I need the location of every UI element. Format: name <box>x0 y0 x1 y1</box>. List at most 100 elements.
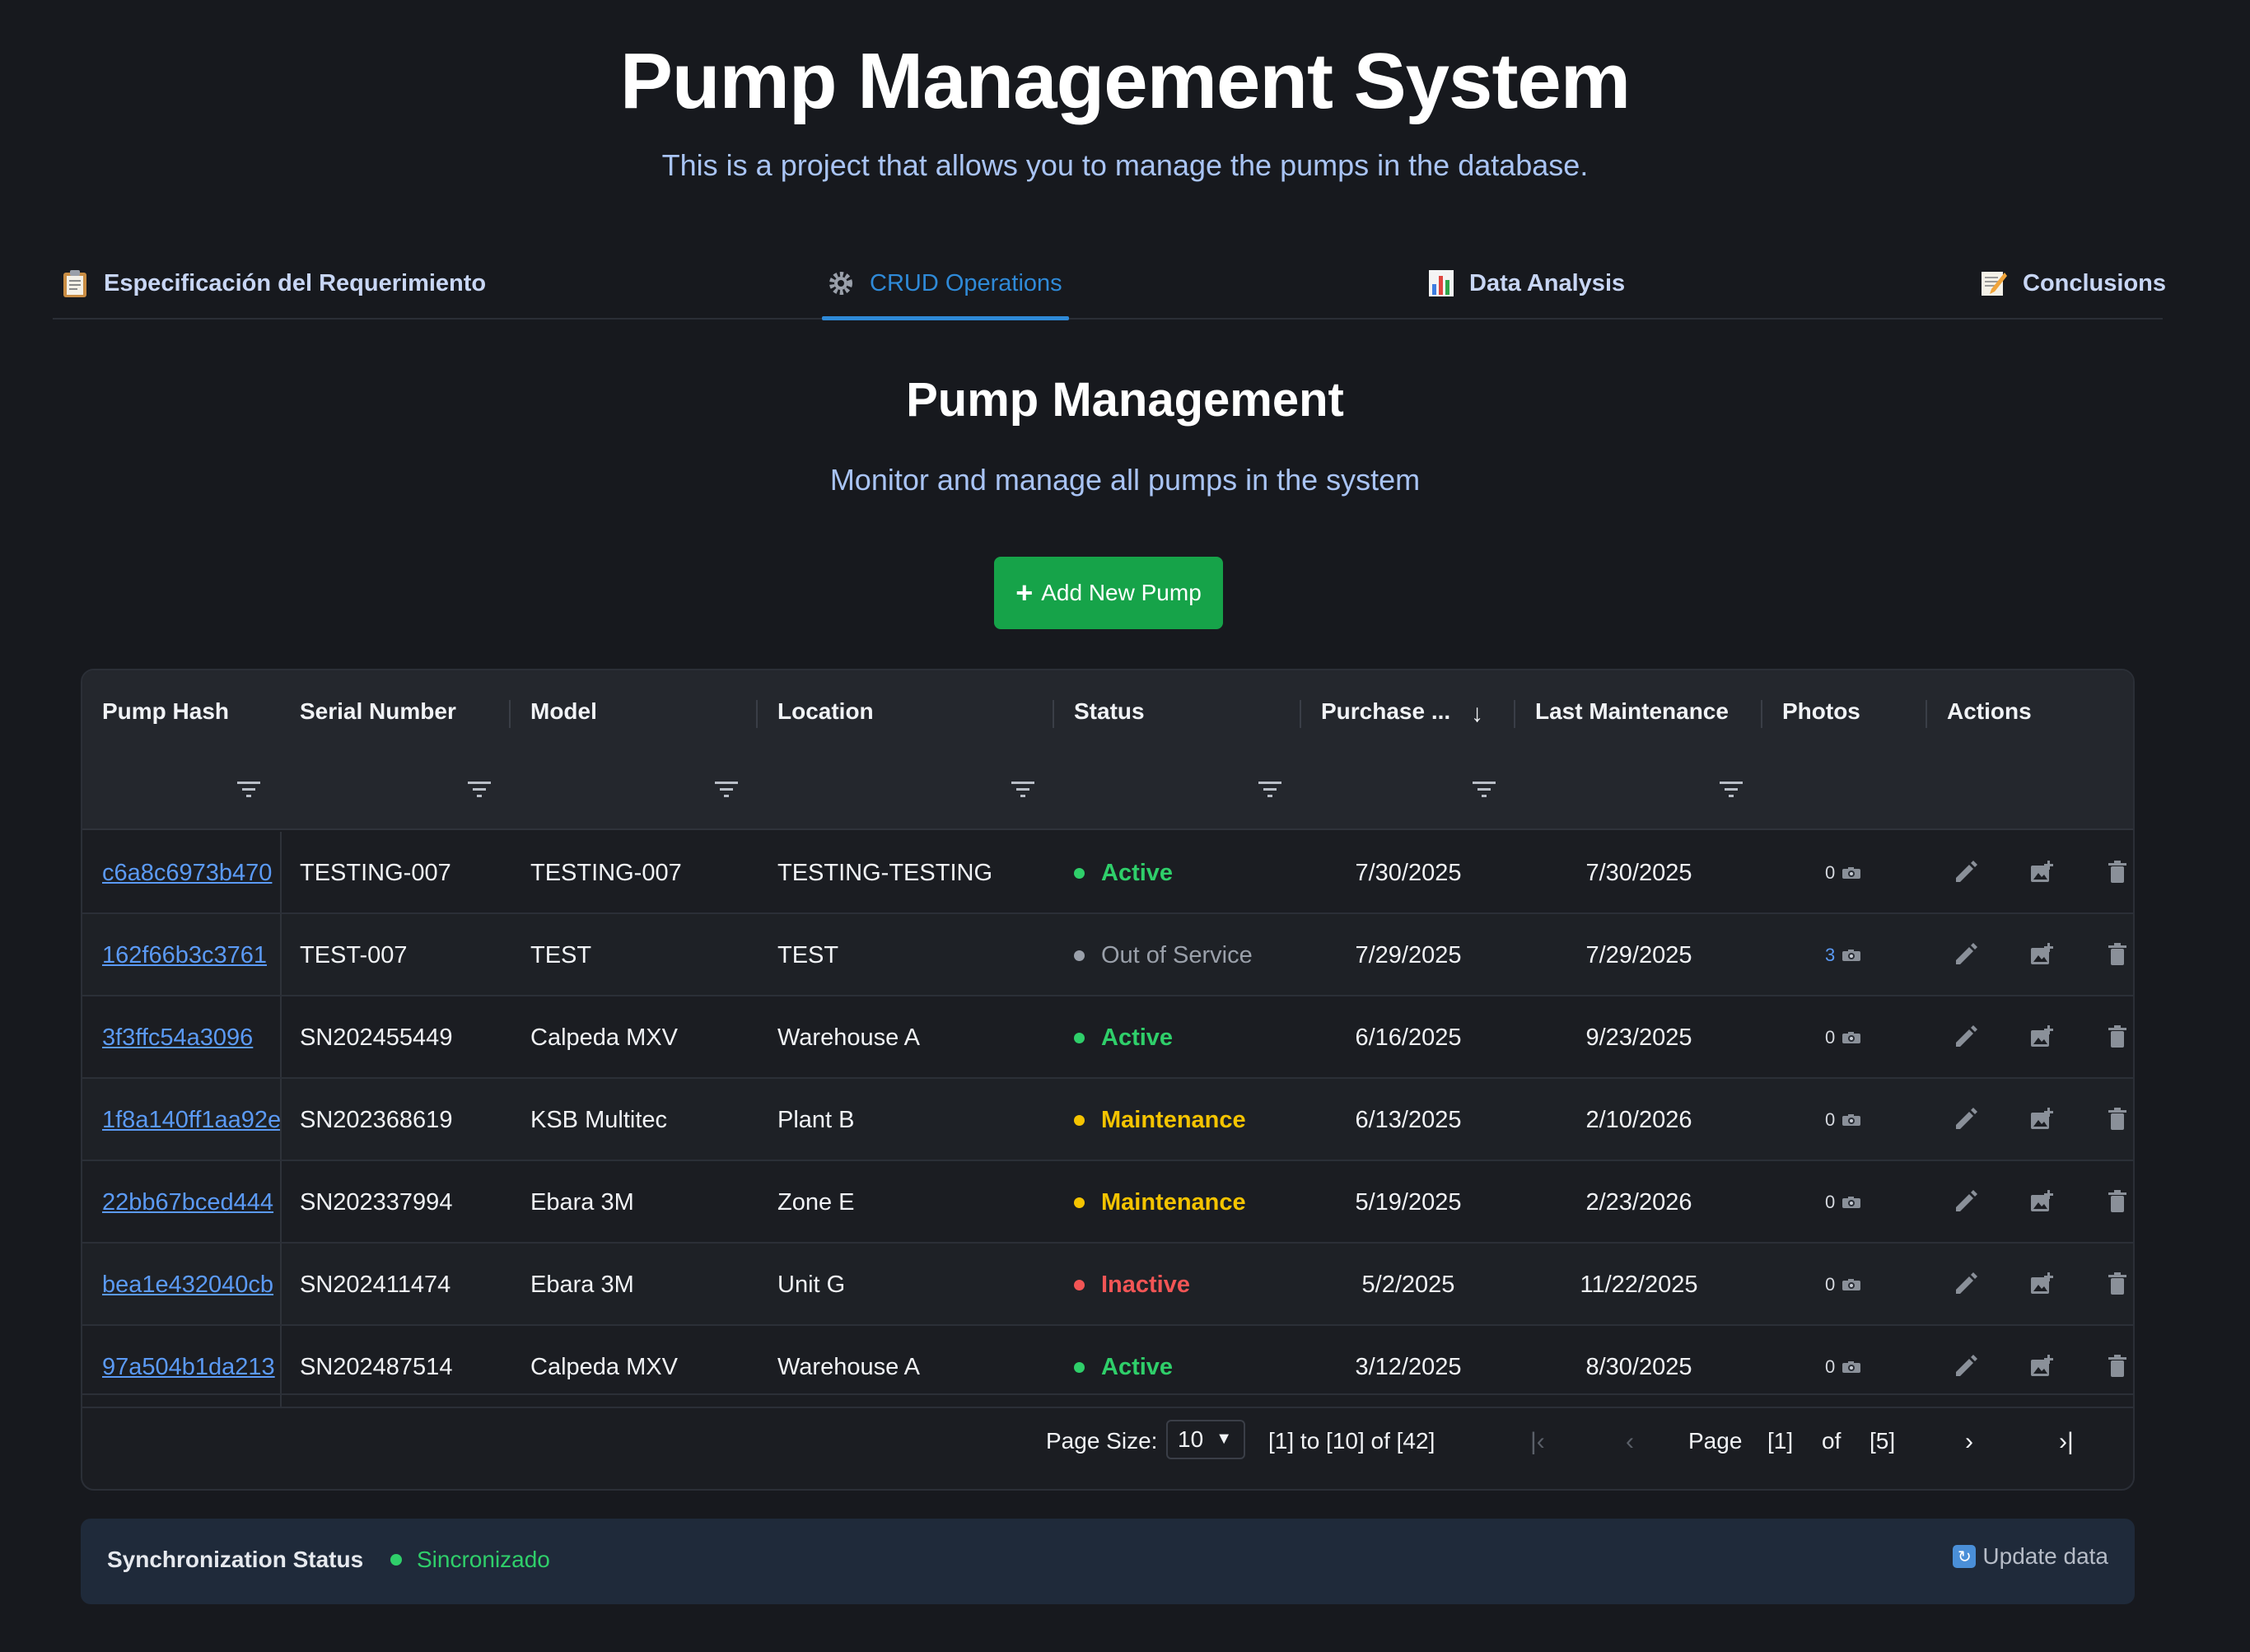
delete-button[interactable] <box>2103 1023 2131 1051</box>
column-divider <box>280 1079 282 1160</box>
last-maintenance-cell: 7/29/2025 <box>1585 941 1692 968</box>
add-photo-button[interactable] <box>2028 1105 2056 1133</box>
edit-button[interactable] <box>1952 1105 1980 1133</box>
column-header-serial-number[interactable]: Serial Number <box>280 670 511 830</box>
edit-button[interactable] <box>1952 1270 1980 1298</box>
page-size-value: 10 <box>1178 1426 1204 1452</box>
delete-button[interactable] <box>2103 858 2131 886</box>
sort-descending-icon[interactable]: ↓ <box>1471 700 1483 728</box>
delete-button[interactable] <box>2103 940 2131 968</box>
photo-count: 0 <box>1825 862 1861 884</box>
pump-hash-link[interactable]: 1f8a140ff1aa92e <box>102 1079 280 1161</box>
location-cell: TESTING-TESTING <box>777 859 992 886</box>
edit-button[interactable] <box>1952 940 1980 968</box>
page-subtitle: This is a project that allows you to man… <box>661 148 1589 182</box>
camera-icon <box>1842 1032 1861 1043</box>
model-cell: KSB Multitec <box>530 1106 667 1133</box>
pump-hash-link[interactable]: 162f66b3c3761 <box>102 914 280 996</box>
photo-count: 3 <box>1825 945 1861 966</box>
add-photo-button[interactable] <box>2028 1270 2056 1298</box>
add-photo-button[interactable] <box>2028 940 2056 968</box>
filter-icon[interactable] <box>466 779 492 799</box>
status-dot <box>1074 1361 1085 1373</box>
model-cell: TESTING-007 <box>530 859 682 886</box>
photos-cell: 0 <box>1825 996 1924 1079</box>
column-label: Status <box>1074 698 1145 724</box>
add-new-pump-button[interactable]: + Add New Pump <box>994 557 1223 629</box>
column-divider <box>280 832 282 912</box>
photo-count-value: 0 <box>1825 1192 1836 1212</box>
table-header: Pump Hash Serial Number Model Location S… <box>82 670 2133 830</box>
total-pages: [5] <box>1870 1428 1896 1454</box>
add-photo-button[interactable] <box>2028 1352 2056 1380</box>
filter-icon[interactable] <box>1471 779 1497 799</box>
delete-button[interactable] <box>2103 1270 2131 1298</box>
pagination-bar: Page Size: 10 ▼ [1] to [10] of [42] |‹ ‹… <box>82 1393 2133 1489</box>
column-header-pump-hash[interactable]: Pump Hash <box>82 670 280 830</box>
edit-button[interactable] <box>1952 1188 1980 1216</box>
sync-status-text: Sincronizado <box>417 1547 550 1572</box>
page-size-select[interactable]: 10 ▼ <box>1166 1420 1245 1459</box>
column-header-purchase-date[interactable]: Purchase ... ↓ <box>1301 670 1515 830</box>
purchase-date-cell: 5/19/2025 <box>1355 1188 1462 1216</box>
section-subtitle: Monitor and manage all pumps in the syst… <box>829 463 1421 497</box>
edit-button[interactable] <box>1952 1023 1980 1051</box>
last-page-button[interactable]: ›| <box>2059 1428 2074 1456</box>
filter-icon[interactable] <box>713 779 740 799</box>
delete-button[interactable] <box>2103 1352 2131 1380</box>
gear-icon <box>827 269 855 297</box>
status-dot <box>1074 1114 1085 1126</box>
page-size-label: Page Size: <box>1046 1428 1158 1454</box>
edit-button[interactable] <box>1952 1352 1980 1380</box>
bar-chart-icon <box>1428 269 1454 297</box>
status-badge: Maintenance <box>1074 1161 1313 1244</box>
photos-cell: 0 <box>1825 832 1924 914</box>
column-header-status[interactable]: Status <box>1054 670 1301 830</box>
previous-page-button[interactable]: ‹ <box>1626 1428 1634 1456</box>
status-badge: Active <box>1074 996 1313 1079</box>
column-header-photos[interactable]: Photos <box>1762 670 1927 830</box>
photo-count-value: 0 <box>1825 1027 1836 1048</box>
model-cell: Calpeda MXV <box>530 1024 678 1051</box>
first-page-button[interactable]: |‹ <box>1530 1428 1545 1456</box>
status-text: Active <box>1101 1024 1174 1051</box>
page-label: Page <box>1688 1428 1743 1454</box>
status-badge: Maintenance <box>1074 1079 1313 1161</box>
tab-requirements[interactable]: Especificación del Requerimiento <box>61 247 486 320</box>
add-photo-button[interactable] <box>2028 1023 2056 1051</box>
add-photo-button[interactable] <box>2028 858 2056 886</box>
pump-hash-link[interactable]: bea1e432040cb <box>102 1244 280 1326</box>
photos-cell: 0 <box>1825 1161 1924 1244</box>
serial-number-cell: TEST-007 <box>300 941 408 968</box>
filter-icon[interactable] <box>1010 779 1036 799</box>
photo-count: 0 <box>1825 1109 1861 1131</box>
camera-icon <box>1842 1279 1861 1290</box>
tab-data-analysis[interactable]: Data Analysis <box>1428 247 1625 320</box>
filter-icon[interactable] <box>1257 779 1283 799</box>
tab-conclusions[interactable]: Conclusions <box>1980 247 2166 320</box>
update-data-button[interactable]: ↻ Update data <box>1953 1543 2108 1570</box>
photo-count: 0 <box>1825 1027 1861 1048</box>
camera-icon <box>1842 1114 1861 1126</box>
status-text: Active <box>1101 1353 1174 1380</box>
add-photo-button[interactable] <box>2028 1188 2056 1216</box>
column-header-last-maintenance[interactable]: Last Maintenance <box>1515 670 1762 830</box>
pump-hash-link[interactable]: 22bb67bced444 <box>102 1161 280 1244</box>
column-header-model[interactable]: Model <box>511 670 758 830</box>
delete-button[interactable] <box>2103 1188 2131 1216</box>
column-label: Model <box>530 698 597 724</box>
column-header-location[interactable]: Location <box>758 670 1054 830</box>
filter-icon[interactable] <box>236 779 262 799</box>
model-cell: Ebara 3M <box>530 1188 634 1216</box>
photos-cell[interactable]: 3 <box>1825 914 1924 996</box>
tab-crud[interactable]: CRUD Operations <box>827 247 1062 320</box>
filter-icon[interactable] <box>1718 779 1744 799</box>
next-page-button[interactable]: › <box>1965 1428 1973 1456</box>
pump-hash-link[interactable]: 3f3ffc54a3096 <box>102 996 280 1079</box>
edit-button[interactable] <box>1952 858 1980 886</box>
table-row: 162f66b3c3761 TEST-007 TEST TEST Out of Serv… <box>82 914 2133 996</box>
pump-hash-link[interactable]: c6a8c6973b470 <box>102 832 280 914</box>
column-label: Actions <box>1947 698 2032 724</box>
column-label: Photos <box>1782 698 1860 724</box>
delete-button[interactable] <box>2103 1105 2131 1133</box>
